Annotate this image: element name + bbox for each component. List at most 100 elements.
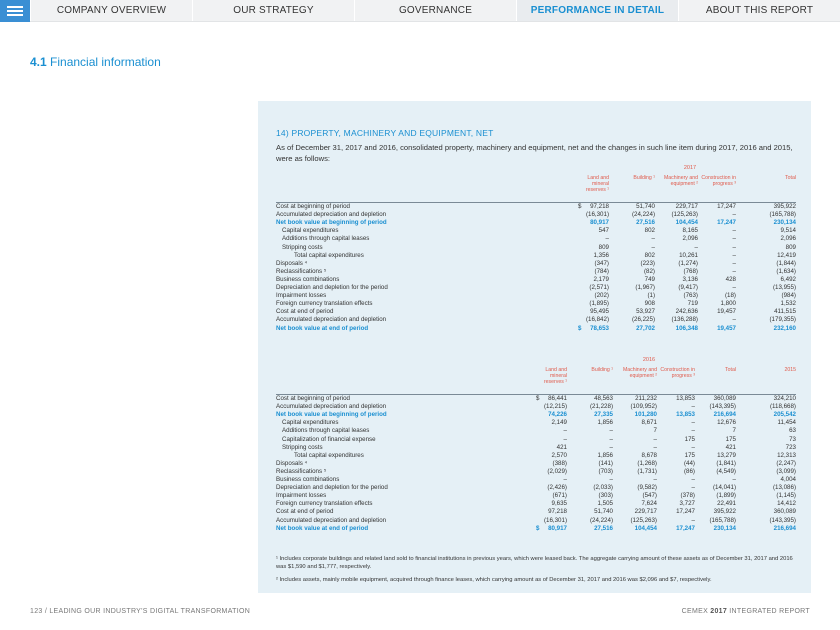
column-header: Total — [725, 367, 736, 373]
row-value: 230,134 — [713, 524, 736, 532]
row-value: 73 — [789, 435, 796, 443]
row-label: Business combinations — [276, 476, 340, 483]
note-panel: 14) PROPERTY, MACHINERY AND EQUIPMENT, N… — [258, 101, 811, 593]
row-value: 12,676 — [717, 419, 736, 427]
row-value: 232,160 — [773, 324, 796, 332]
row-value: 809 — [598, 243, 609, 251]
row-value: – — [605, 235, 609, 243]
row-value: 27,335 — [594, 411, 613, 419]
row-value: 13,853 — [676, 395, 695, 402]
row-value: 7,624 — [641, 500, 657, 508]
row-label: Business combinations — [276, 275, 340, 283]
row-value: 78,653 — [590, 324, 609, 332]
row-value: 104,454 — [634, 524, 657, 532]
row-value: 17,247 — [676, 508, 695, 516]
row-value: (125,263) — [671, 211, 699, 219]
row-value: – — [691, 427, 695, 435]
row-value: 17,247 — [676, 524, 695, 532]
row-value: (768) — [683, 267, 698, 275]
row-value: (202) — [594, 292, 609, 300]
table-row: Capitalization of financial expense – – – 17… — [276, 436, 796, 444]
row-value: 8,165 — [682, 227, 698, 235]
table-row: Disposals ⁴ (347) (223) (1,274) – (1,844) — [276, 260, 796, 268]
footer-report-title: CEMEX 2017 INTEGRATED REPORT — [682, 608, 810, 615]
column-header: 2015 — [784, 367, 796, 373]
column-header: Machinery and equipment ² — [622, 367, 657, 379]
row-value: 3,136 — [682, 275, 698, 283]
tab-performance-in-detail[interactable]: PERFORMANCE IN DETAIL — [516, 0, 678, 21]
row-value: 6,492 — [780, 275, 796, 283]
hamburger-menu-icon[interactable] — [0, 0, 30, 22]
table-row: Accumulated depreciation and depletion (1… — [276, 211, 796, 219]
row-value: 360,089 — [713, 395, 736, 402]
column-header: Building ¹ — [633, 175, 655, 181]
section-number: 4.1 — [30, 55, 47, 69]
row-label: Disposals ⁴ — [276, 259, 308, 267]
row-value: 27,516 — [594, 524, 613, 532]
row-value: – — [732, 227, 736, 235]
row-label: Stripping costs — [282, 243, 323, 251]
row-value: 74,226 — [548, 411, 567, 419]
row-value: 802 — [644, 227, 655, 235]
row-value: 27,702 — [636, 324, 655, 332]
row-value: 14,412 — [777, 500, 796, 508]
row-value: 216,694 — [773, 524, 796, 532]
row-value: 9,635 — [551, 500, 567, 508]
tab-company-overview[interactable]: COMPANY OVERVIEW — [30, 0, 192, 21]
row-label: Additions through capital leases — [282, 235, 370, 243]
row-label: Stripping costs — [282, 443, 323, 451]
table-row: Impairment losses (671) (303) (547) (378) (1,… — [276, 492, 796, 500]
row-value: – — [732, 267, 736, 275]
row-value: (1,634) — [776, 267, 796, 275]
row-value: – — [653, 435, 657, 443]
column-header: Building ¹ — [591, 367, 613, 373]
section-title-text: Financial information — [50, 55, 161, 69]
table-row: Stripping costs 809 – – – 809 — [276, 244, 796, 252]
row-value: – — [563, 435, 567, 443]
row-label: Cost at beginning of period — [276, 203, 350, 210]
table-row: Depreciation and depletion for the perio… — [276, 484, 796, 492]
row-label: Total capital expenditures — [294, 451, 364, 459]
row-value: 749 — [644, 275, 655, 283]
row-value: 7 — [653, 427, 657, 435]
column-header: Land and mineral reserves ¹ — [585, 175, 609, 193]
table-row: Net book value at end of period $80,917 27… — [276, 525, 796, 533]
row-value: (388) — [552, 459, 567, 467]
row-label: Net book value at end of period — [276, 524, 369, 532]
row-value: (125,263) — [630, 516, 658, 524]
column-header: Construction in progress ³ — [701, 175, 736, 187]
row-value: (1,895) — [589, 300, 609, 308]
table-row: Additions through capital leases – – 2,096 –… — [276, 235, 796, 243]
row-value: 8,671 — [641, 419, 657, 427]
tab-about-this-report[interactable]: ABOUT THIS REPORT — [678, 0, 840, 21]
row-value: (143,395) — [709, 403, 737, 411]
top-navigation: COMPANY OVERVIEW OUR STRATEGY GOVERNANCE… — [0, 0, 840, 22]
row-value: (21,228) — [589, 403, 613, 411]
row-value: 19,457 — [717, 324, 736, 332]
row-value: (223) — [640, 259, 655, 267]
row-value: 2,570 — [551, 451, 567, 459]
row-label: Capitalization of financial expense — [282, 435, 376, 443]
row-label: Accumulated depreciation and depletion — [276, 516, 387, 524]
row-value: (2,247) — [776, 459, 796, 467]
tab-our-strategy[interactable]: OUR STRATEGY — [192, 0, 354, 21]
row-label: Net book value at end of period — [276, 324, 369, 332]
row-value: – — [609, 476, 613, 483]
row-value: – — [694, 243, 698, 251]
row-value: (26,225) — [631, 316, 655, 324]
row-value: (16,301) — [585, 211, 609, 219]
row-value: 216,694 — [713, 411, 736, 419]
row-value: – — [732, 243, 736, 251]
row-value: 101,280 — [634, 411, 657, 419]
row-value: (13,955) — [772, 284, 796, 291]
tab-governance[interactable]: GOVERNANCE — [354, 0, 516, 21]
table-row: Cost at beginning of period $97,218 51,740… — [276, 203, 796, 211]
row-value: 809 — [785, 243, 796, 251]
row-value: 7 — [732, 427, 736, 435]
row-value: 230,134 — [773, 219, 796, 227]
row-label: Reclassifications ⁵ — [276, 467, 327, 475]
row-label: Disposals ⁴ — [276, 459, 308, 467]
row-value: 229,717 — [634, 508, 657, 516]
row-value: (86) — [683, 467, 695, 475]
row-value: 106,348 — [675, 324, 698, 332]
